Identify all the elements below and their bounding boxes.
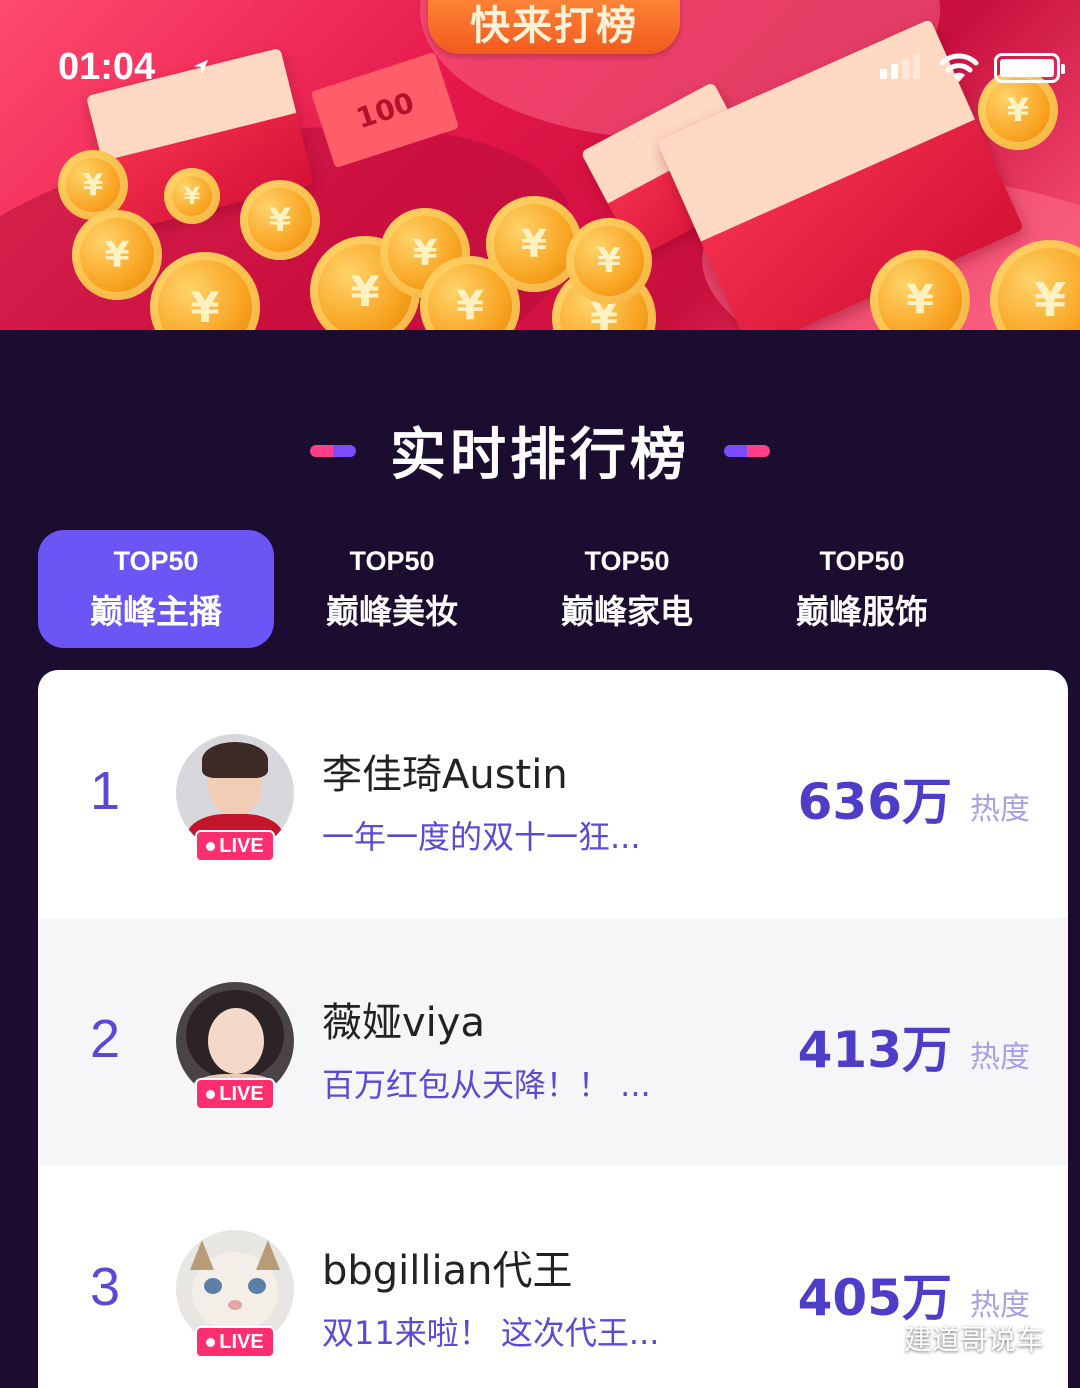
title-decoration bbox=[724, 444, 770, 457]
tab-top-beauty[interactable]: TOP50 巅峰美妆 bbox=[274, 530, 510, 648]
ranking-list: 1 LIVE 李佳琦Austin 一年一度的双十一狂... 636万 热度 2 … bbox=[38, 670, 1068, 1388]
heat-value: 413万 bbox=[797, 1021, 952, 1079]
location-arrow-icon bbox=[193, 59, 209, 75]
coin-graphic bbox=[870, 250, 970, 330]
heat-score: 636万 热度 bbox=[798, 762, 1030, 834]
streamer-name: 薇娅viya bbox=[322, 1000, 485, 1046]
title-decoration bbox=[310, 444, 356, 457]
coin-graphic bbox=[150, 252, 260, 330]
tab-label: 巅峰美妆 bbox=[326, 591, 458, 631]
rank-now-label: 快来打榜 bbox=[470, 3, 638, 49]
wifi-icon bbox=[939, 53, 979, 82]
tab-caption: TOP50 bbox=[584, 545, 670, 576]
tab-caption: TOP50 bbox=[113, 545, 199, 576]
rank-number: 3 bbox=[90, 1257, 121, 1317]
tab-top-anchors[interactable]: TOP50 巅峰主播 bbox=[38, 530, 274, 648]
heat-value: 636万 bbox=[797, 773, 952, 831]
streamer-name: bbgillian代王 bbox=[322, 1248, 573, 1294]
coin-graphic bbox=[566, 218, 652, 304]
heat-unit: 热度 bbox=[970, 792, 1030, 827]
rank-now-button[interactable]: 快来打榜 bbox=[428, 0, 680, 54]
category-tabs: TOP50 巅峰主播 TOP50 巅峰美妆 TOP50 巅峰家电 TOP50 巅… bbox=[38, 530, 1080, 648]
watermark: 建道哥说车 bbox=[855, 1318, 1044, 1358]
tab-caption: TOP50 bbox=[349, 545, 435, 576]
ranking-row[interactable]: 1 LIVE 李佳琦Austin 一年一度的双十一狂... 636万 热度 bbox=[38, 670, 1068, 918]
heat-score: 413万 热度 bbox=[798, 1010, 1030, 1082]
coin-graphic bbox=[990, 240, 1080, 330]
battery-icon bbox=[994, 53, 1065, 83]
stream-description: 双11来啦！ 这次代王... bbox=[322, 1314, 660, 1352]
rank-number: 1 bbox=[90, 761, 121, 821]
tab-caption: TOP50 bbox=[819, 545, 905, 576]
ranking-section-header: 实时排行榜 bbox=[0, 410, 1080, 491]
coin-graphic bbox=[72, 210, 162, 300]
tab-top-apparel[interactable]: TOP50 巅峰服饰 bbox=[744, 530, 980, 648]
coin-graphic bbox=[164, 168, 220, 224]
tab-label: 巅峰服饰 bbox=[796, 591, 928, 631]
wechat-icon bbox=[855, 1323, 896, 1353]
page-title: 实时排行榜 bbox=[390, 423, 690, 488]
tab-label: 巅峰主播 bbox=[90, 591, 222, 631]
status-indicators bbox=[880, 52, 1065, 84]
ranking-row[interactable]: 2 LIVE 薇娅viya 百万红包从天降！！ ... 413万 热度 bbox=[38, 918, 1068, 1166]
tab-top-appliances[interactable]: TOP50 巅峰家电 bbox=[509, 530, 745, 648]
stream-description: 一年一度的双十一狂... bbox=[322, 818, 641, 856]
live-badge: LIVE bbox=[195, 1326, 275, 1358]
live-badge: LIVE bbox=[195, 1078, 275, 1110]
coin-graphic bbox=[240, 180, 320, 260]
tab-partial[interactable]: T 巅 bbox=[979, 530, 1080, 648]
stream-description: 百万红包从天降！！ ... bbox=[322, 1066, 651, 1104]
watermark-text: 建道哥说车 bbox=[903, 1323, 1044, 1356]
tab-label: 巅峰家电 bbox=[561, 591, 693, 631]
heat-unit: 热度 bbox=[970, 1040, 1030, 1075]
streamer-name: 李佳琦Austin bbox=[322, 752, 568, 798]
status-time: 01:04 bbox=[58, 46, 156, 88]
promo-banner[interactable]: 100 快来打榜 01:04 bbox=[0, 0, 1080, 330]
cellular-signal-icon bbox=[880, 53, 924, 83]
rank-number: 2 bbox=[90, 1009, 121, 1069]
live-badge: LIVE bbox=[195, 830, 275, 862]
